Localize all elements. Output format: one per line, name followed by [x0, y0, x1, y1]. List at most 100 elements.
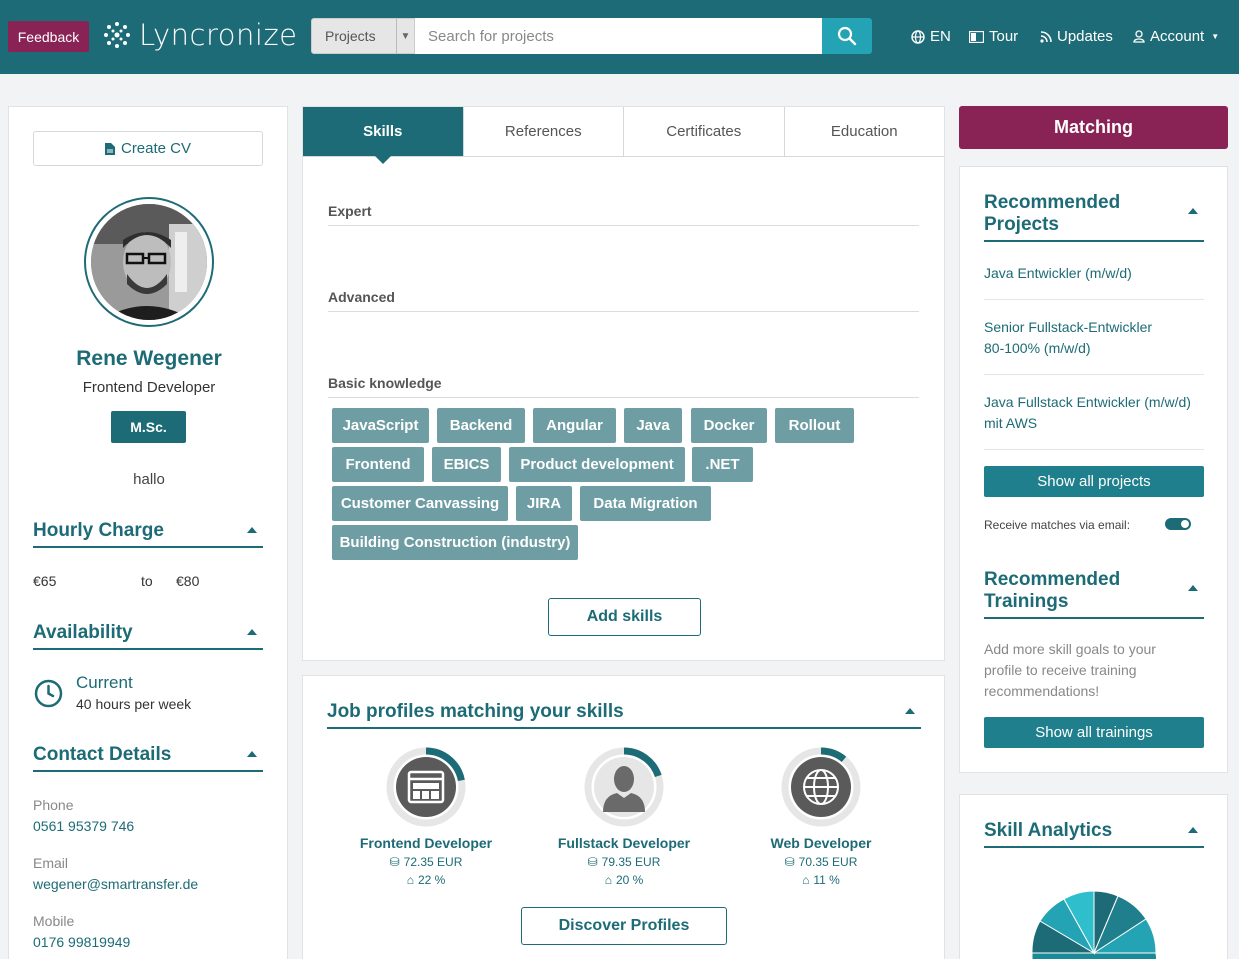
collapse-icon — [1188, 827, 1198, 833]
skill-level-basic: Basic knowledge — [328, 375, 919, 398]
create-cv-button[interactable]: Create CV — [33, 131, 263, 166]
search-input[interactable]: Search for projects — [415, 18, 822, 54]
email-label: Email — [33, 855, 69, 871]
mobile-value[interactable]: 0176 99819949 — [33, 934, 130, 950]
money-icon: ⛁ — [587, 855, 598, 869]
tab-education[interactable]: Education — [784, 107, 944, 156]
tab-references[interactable]: References — [463, 107, 624, 156]
skill-chip[interactable]: .NET — [692, 447, 753, 482]
job-profile-fullstack[interactable]: Fullstack Developer ⛁ 79.35 EUR ⌂ 20 % — [534, 746, 714, 887]
skill-chip[interactable]: Product development — [509, 447, 685, 482]
language-selector[interactable]: EN — [911, 28, 951, 45]
money-icon: ⛁ — [784, 855, 795, 869]
availability-status: Current — [76, 673, 133, 692]
hourly-to: €80 — [176, 573, 200, 589]
contact-details-title: Contact Details — [33, 744, 172, 765]
skill-chip[interactable]: Building Construction (industry) — [332, 525, 578, 560]
skill-chip[interactable]: Customer Canvassing — [332, 486, 508, 521]
rss-icon — [1040, 30, 1052, 43]
top-bar: Feedback Lyncronize Projects ▼ Search fo… — [0, 0, 1239, 74]
globe-icon — [911, 29, 925, 44]
email-matches-toggle[interactable] — [1165, 518, 1191, 530]
updates-link[interactable]: Updates — [1040, 28, 1113, 45]
recommended-project-link[interactable]: Java Entwickler (m/w/d) — [984, 263, 1204, 284]
search-bar: Projects ▼ Search for projects — [311, 18, 872, 54]
show-all-trainings-button[interactable]: Show all trainings — [984, 717, 1204, 748]
job-profile-match: ⌂ 11 % — [802, 873, 840, 887]
skill-chip[interactable]: Angular — [533, 408, 616, 443]
home-wifi-icon: ⌂ — [802, 873, 810, 887]
matching-button[interactable]: Matching — [959, 106, 1228, 149]
recommended-project-link[interactable]: Java Fullstack Entwickler (m/w/d) mit AWS — [984, 392, 1204, 434]
profile-bio: hallo — [133, 471, 165, 488]
tour-label: Tour — [989, 28, 1019, 45]
recommended-trainings-header[interactable]: Recommended Trainings — [984, 569, 1204, 619]
skill-analytics-header[interactable]: Skill Analytics — [984, 820, 1204, 848]
feedback-button[interactable]: Feedback — [8, 21, 89, 52]
job-profile-match: ⌂ 22 % — [406, 873, 446, 887]
job-profiles-panel: Job profiles matching your skills Fronte… — [302, 675, 945, 959]
tour-link[interactable]: Tour — [969, 28, 1018, 45]
skill-analytics-title: Skill Analytics — [984, 820, 1113, 841]
recommended-projects-header[interactable]: Recommended Projects — [984, 192, 1204, 242]
skill-chip[interactable]: JIRA — [516, 486, 572, 521]
chevron-down-icon: ▼ — [396, 19, 414, 53]
add-skills-button[interactable]: Add skills — [548, 598, 701, 636]
language-label: EN — [930, 28, 951, 45]
collapse-icon — [1188, 208, 1198, 214]
recommended-trainings-title: Recommended Trainings — [984, 569, 1121, 612]
create-cv-label: Create CV — [120, 140, 192, 157]
skill-chip[interactable]: Frontend — [332, 447, 424, 482]
hourly-charge-header[interactable]: Hourly Charge — [33, 520, 263, 548]
skill-level-advanced: Advanced — [328, 289, 919, 312]
availability-header[interactable]: Availability — [33, 622, 263, 650]
skill-chip[interactable]: Rollout — [775, 408, 854, 443]
trainings-hint: Add more skill goals to your profile to r… — [984, 641, 1156, 699]
avatar[interactable] — [84, 197, 214, 327]
collapse-icon — [247, 629, 257, 635]
tab-skills[interactable]: Skills — [303, 107, 464, 164]
skill-chip[interactable]: JavaScript — [332, 408, 429, 443]
skill-chip[interactable]: Data Migration — [580, 486, 711, 521]
email-value[interactable]: wegener@smartransfer.de — [33, 876, 198, 892]
job-profile-web[interactable]: Web Developer ⛁ 70.35 EUR ⌂ 11 % — [731, 746, 911, 887]
job-profiles-title: Job profiles matching your skills — [327, 701, 624, 722]
logo[interactable]: Lyncronize — [103, 18, 298, 52]
divider — [984, 299, 1204, 300]
search-category-label: Projects — [325, 28, 376, 44]
profile-tabs: Skills References Certificates Education — [303, 107, 944, 164]
skill-chip[interactable]: EBICS — [432, 447, 501, 482]
profile-role: Frontend Developer — [82, 379, 216, 396]
updates-label: Updates — [1057, 28, 1113, 45]
degree-badge: M.Sc. — [111, 411, 186, 443]
user-icon — [1133, 30, 1145, 43]
email-matches-label: Receive matches via email: — [984, 518, 1131, 532]
home-wifi-icon: ⌂ — [406, 873, 414, 887]
search-category-select[interactable]: Projects ▼ — [311, 18, 415, 54]
profile-panel: Create CV Rene Wegener Frontend Develope… — [8, 106, 288, 959]
clock-icon — [34, 679, 63, 711]
account-menu[interactable]: Account ▼ — [1133, 28, 1219, 45]
job-profile-frontend[interactable]: Frontend Developer ⛁ 72.35 EUR ⌂ 22 % — [336, 746, 516, 887]
progress-ring — [584, 747, 664, 827]
file-icon — [104, 142, 115, 155]
discover-profiles-button[interactable]: Discover Profiles — [521, 907, 727, 945]
collapse-icon — [247, 751, 257, 757]
collapse-icon — [247, 527, 257, 533]
skill-chip[interactable]: Docker — [691, 408, 767, 443]
search-icon — [837, 26, 857, 46]
job-profile-match: ⌂ 20 % — [604, 873, 644, 887]
divider — [984, 449, 1204, 450]
contact-details-header[interactable]: Contact Details — [33, 744, 263, 772]
search-button[interactable] — [822, 18, 872, 54]
skill-chip[interactable]: Backend — [437, 408, 525, 443]
availability-hours: 40 hours per week — [76, 696, 192, 712]
skill-chip[interactable]: Java — [624, 408, 682, 443]
show-all-projects-button[interactable]: Show all projects — [984, 466, 1204, 497]
recommended-project-link[interactable]: Senior Fullstack-Entwickler 80-100% (m/w/… — [984, 317, 1204, 359]
phone-value[interactable]: 0561 95379 746 — [33, 818, 134, 834]
home-wifi-icon: ⌂ — [604, 873, 612, 887]
tab-certificates[interactable]: Certificates — [624, 107, 785, 156]
job-profiles-header[interactable]: Job profiles matching your skills — [327, 701, 921, 729]
avatar-photo — [91, 204, 207, 320]
